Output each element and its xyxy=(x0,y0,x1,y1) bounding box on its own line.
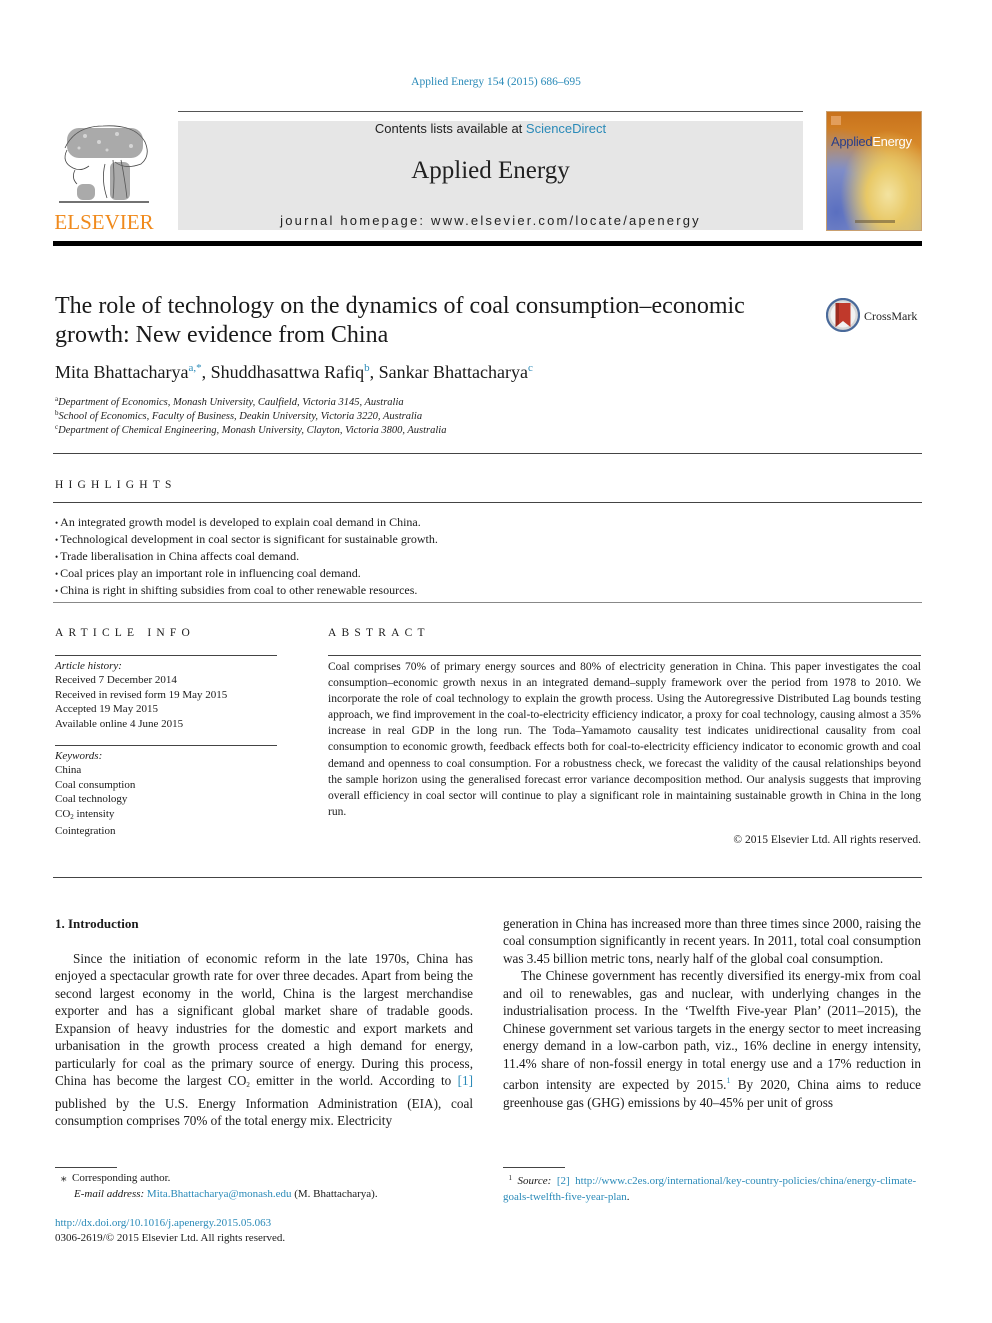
contents-line: Contents lists available at ScienceDirec… xyxy=(178,121,803,136)
footnote-1: 1 Source: [2] http://www.c2es.org/intern… xyxy=(503,1171,921,1205)
email-link[interactable]: Mita.Bhattacharya@monash.edu xyxy=(147,1188,292,1200)
footnote-rule xyxy=(503,1167,565,1168)
homepage-link[interactable]: www.elsevier.com/locate/apenergy xyxy=(431,213,701,228)
section-divider xyxy=(53,453,922,454)
keyword: Coal consumption xyxy=(55,778,136,791)
doi-link[interactable]: http://dx.doi.org/10.1016/j.apenergy.201… xyxy=(55,1216,285,1231)
elsevier-logo[interactable]: ELSEVIER xyxy=(53,120,155,234)
intro-paragraph-1-continued: generation in China has increased more t… xyxy=(503,916,921,966)
highlight-item: Trade liberalisation in China affects co… xyxy=(55,548,438,565)
footnote-mark: 1 xyxy=(508,1174,513,1182)
paragraph-text: Since the initiation of economic reform … xyxy=(55,951,473,1089)
article-history: Article history: Received 7 December 201… xyxy=(55,659,277,731)
footnote-rule xyxy=(55,1167,117,1168)
keywords: Keywords: China Coal consumption Coal te… xyxy=(55,749,277,838)
paragraph-text: The Chinese government has recently dive… xyxy=(503,968,921,1093)
journal-homepage: journal homepage: www.elsevier.com/locat… xyxy=(178,213,803,228)
abstract-copyright: © 2015 Elsevier Ltd. All rights reserved… xyxy=(733,834,921,846)
keyword-co2: CO xyxy=(55,807,71,820)
header-rule xyxy=(178,111,803,112)
corresponding-label: Corresponding author. xyxy=(72,1172,171,1184)
crossmark-label: CrossMark xyxy=(864,309,918,323)
cover-footer-mark xyxy=(855,220,895,223)
intro-right-column: generation in China has increased more t… xyxy=(503,915,921,1111)
footnote-end: . xyxy=(626,1190,630,1203)
highlights-heading: HIGHLIGHTS xyxy=(55,479,177,491)
affiliation: aDepartment of Economics, Monash Univers… xyxy=(55,395,404,408)
cover-title-applied: Applied xyxy=(831,134,873,149)
journal-cover-image[interactable]: AppliedEnergy xyxy=(826,111,922,231)
email-suffix: (M. Bhattacharya). xyxy=(291,1187,378,1200)
crossmark-button[interactable]: CrossMark xyxy=(826,298,926,334)
journal-banner: Contents lists available at ScienceDirec… xyxy=(178,121,803,230)
keyword: CO2 intensity xyxy=(55,807,277,824)
article-info-heading: ARTICLE INFO xyxy=(55,627,195,639)
keywords-rule xyxy=(55,745,277,746)
affiliation: bSchool of Economics, Faculty of Busines… xyxy=(55,409,422,422)
history-received: Received 7 December 2014 xyxy=(55,674,177,687)
introduction-heading: 1. Introduction xyxy=(55,916,139,931)
section-divider xyxy=(53,502,922,503)
journal-citation[interactable]: Applied Energy 154 (2015) 686–695 xyxy=(0,76,992,88)
affiliation-text: Department of Economics, Monash Universi… xyxy=(58,397,404,408)
article-title: The role of technology on the dynamics o… xyxy=(55,293,745,348)
highlight-item: China is right in shifting subsidies fro… xyxy=(55,582,438,599)
cover-title-energy: Energy xyxy=(872,134,912,149)
author-affiliation-mark[interactable]: c xyxy=(528,362,533,374)
author-affiliation-mark[interactable]: a,* xyxy=(188,362,201,374)
intro-paragraph-1: Since the initiation of economic reform … xyxy=(55,950,473,1130)
highlight-item: An integrated growth model is developed … xyxy=(55,514,438,531)
history-accepted: Accepted 19 May 2015 xyxy=(55,703,158,716)
issn-copyright: 0306-2619/© 2015 Elsevier Ltd. All right… xyxy=(55,1231,286,1244)
author-name: Sankar Bhattacharya xyxy=(378,362,529,382)
article-history-label: Article history: xyxy=(55,660,122,672)
journal-name: Applied Energy xyxy=(411,157,570,184)
paragraph-text: emitter in the world. According to xyxy=(249,1073,458,1089)
cover-title: AppliedEnergy xyxy=(831,134,912,149)
abstract-heading: ABSTRACT xyxy=(328,627,430,639)
section-divider xyxy=(53,602,922,603)
elsevier-wordmark: ELSEVIER xyxy=(54,210,154,234)
affiliation-text: School of Economics, Faculty of Business… xyxy=(58,411,423,422)
reference-link[interactable]: [1] xyxy=(458,1073,473,1088)
author-list: Mita Bhattacharyaa,*, Shuddhasattwa Rafi… xyxy=(55,362,533,382)
corresponding-author-note: ⁎ Corresponding author. E-mail address: … xyxy=(55,1171,378,1202)
keyword: Cointegration xyxy=(55,825,116,838)
contents-prefix: Contents lists available at xyxy=(374,121,526,136)
highlight-item: Technological development in coal sector… xyxy=(55,531,438,548)
keyword: China xyxy=(55,764,82,777)
abstract-rule xyxy=(328,655,921,656)
reference-link[interactable]: [2] xyxy=(557,1175,570,1187)
keywords-label: Keywords: xyxy=(55,750,103,762)
highlights-list: An integrated growth model is developed … xyxy=(55,514,438,599)
keyword: Coal technology xyxy=(55,793,128,806)
section-divider xyxy=(53,877,922,878)
author-name: Shuddhasattwa Rafiq xyxy=(210,362,365,382)
affiliation: cDepartment of Chemical Engineering, Mon… xyxy=(55,423,446,436)
header-thick-rule xyxy=(53,241,922,246)
footnote-mark: ⁎ xyxy=(61,1172,67,1184)
paragraph-text: published by the U.S. Energy Information… xyxy=(55,1095,473,1129)
history-revised: Received in revised form 19 May 2015 xyxy=(55,688,228,701)
author-name: Mita Bhattacharya xyxy=(55,362,189,382)
article-info-rule xyxy=(55,655,277,656)
highlight-item: Coal prices play an important role in in… xyxy=(55,565,438,582)
elsevier-tree-icon xyxy=(59,125,149,203)
footnote-source-label: Source: xyxy=(517,1175,552,1187)
affiliation-text: Department of Chemical Engineering, Mona… xyxy=(58,425,447,436)
intro-paragraph-2: The Chinese government has recently dive… xyxy=(503,967,921,1111)
sciencedirect-link[interactable]: ScienceDirect xyxy=(526,121,606,136)
keyword-suffix: intensity xyxy=(73,807,115,820)
author-affiliation-mark[interactable]: b xyxy=(364,362,370,374)
history-online: Available online 4 June 2015 xyxy=(55,717,184,730)
abstract-text: Coal comprises 70% of primary energy sou… xyxy=(328,661,921,818)
homepage-prefix: journal homepage: xyxy=(280,213,432,228)
cover-publisher-logo xyxy=(831,116,841,125)
email-label: E-mail address: xyxy=(74,1187,145,1200)
doi-block: http://dx.doi.org/10.1016/j.apenergy.201… xyxy=(55,1216,285,1245)
crossmark-icon xyxy=(826,298,860,332)
